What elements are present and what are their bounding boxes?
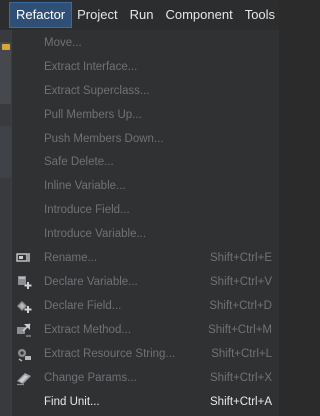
menu-component[interactable]: Component: [159, 3, 238, 27]
menu-item-shortcut: Shift+Ctrl+D: [209, 300, 272, 312]
menu-item-extract-method[interactable]: Extract Method... Shift+Ctrl+M: [12, 320, 280, 340]
rename-icon: [16, 250, 32, 266]
panel-band: [0, 42, 11, 104]
menu-item-label: Introduce Field...: [44, 204, 130, 216]
menu-item-label: Extract Interface...: [44, 61, 138, 73]
menu-item-shortcut: Shift+Ctrl+M: [208, 324, 272, 336]
menu-tools[interactable]: Tools: [239, 3, 281, 27]
menu-item-shortcut: Shift+Ctrl+L: [211, 348, 272, 360]
menu-item-label: Extract Resource String...: [44, 348, 176, 360]
background-panel-edge: [0, 30, 11, 416]
menu-item-label: Move...: [44, 37, 82, 49]
menu-item-extract-resource-string[interactable]: Extract Resource String... Shift+Ctrl+L: [12, 344, 280, 364]
menu-item-label: Push Members Down...: [44, 133, 164, 145]
declare-field-icon: [16, 298, 32, 314]
refactor-dropdown-menu: Move... Extract Interface... Extract Sup…: [11, 30, 279, 416]
menu-item-declare-field[interactable]: Declare Field... Shift+Ctrl+D: [12, 296, 280, 316]
menu-item-label: Rename...: [44, 252, 98, 264]
extract-method-icon: [16, 322, 32, 338]
folder-icon: [2, 44, 10, 50]
menu-item-label: Introduce Variable...: [44, 228, 147, 240]
menu-item-label: Extract Superclass...: [44, 85, 150, 97]
menu-bar: Refactor Project Run Component Tools: [0, 0, 279, 30]
menu-item-label: Change Params...: [44, 372, 137, 384]
panel-band: [0, 126, 11, 178]
menu-item-rename[interactable]: Rename... Shift+Ctrl+E: [12, 248, 280, 268]
menu-item-change-params[interactable]: Change Params... Shift+Ctrl+X: [12, 368, 280, 388]
change-params-icon: [16, 370, 32, 386]
menu-run[interactable]: Run: [124, 3, 160, 27]
menu-item-label: Inline Variable...: [44, 180, 126, 192]
menu-item-label: Declare Variable...: [44, 276, 138, 288]
menu-item-inline-variable[interactable]: Inline Variable...: [12, 176, 280, 196]
menu-item-shortcut: Shift+Ctrl+V: [210, 276, 272, 288]
menu-item-push-members-down[interactable]: Push Members Down...: [12, 129, 280, 149]
menu-item-safe-delete[interactable]: Safe Delete...: [12, 152, 280, 172]
menu-item-shortcut: Shift+Ctrl+X: [210, 372, 272, 384]
menu-item-label: Safe Delete...: [44, 156, 114, 168]
menu-item-shortcut: Shift+Ctrl+E: [210, 252, 272, 264]
menu-item-shortcut: Shift+Ctrl+A: [210, 396, 272, 408]
menu-item-find-unit[interactable]: Find Unit... Shift+Ctrl+A: [12, 392, 280, 412]
menu-item-label: Find Unit...: [44, 396, 100, 408]
menu-item-introduce-field[interactable]: Introduce Field...: [12, 200, 280, 220]
menu-item-extract-interface[interactable]: Extract Interface...: [12, 57, 280, 77]
menu-item-declare-variable[interactable]: Declare Variable... Shift+Ctrl+V: [12, 272, 280, 292]
ide-window: Refactor Project Run Component Tools Mov…: [0, 0, 279, 416]
menu-item-pull-members-up[interactable]: Pull Members Up...: [12, 105, 280, 125]
menu-item-extract-superclass[interactable]: Extract Superclass...: [12, 81, 280, 101]
menu-item-introduce-variable[interactable]: Introduce Variable...: [12, 224, 280, 244]
menu-item-move[interactable]: Move...: [12, 33, 280, 53]
menu-refactor[interactable]: Refactor: [8, 2, 73, 28]
menu-item-label: Declare Field...: [44, 300, 122, 312]
menu-project[interactable]: Project: [71, 3, 123, 27]
declare-variable-icon: [16, 274, 32, 290]
menu-item-label: Pull Members Up...: [44, 109, 142, 121]
menu-item-label: Extract Method...: [44, 324, 131, 336]
extract-resource-string-icon: [16, 346, 32, 362]
